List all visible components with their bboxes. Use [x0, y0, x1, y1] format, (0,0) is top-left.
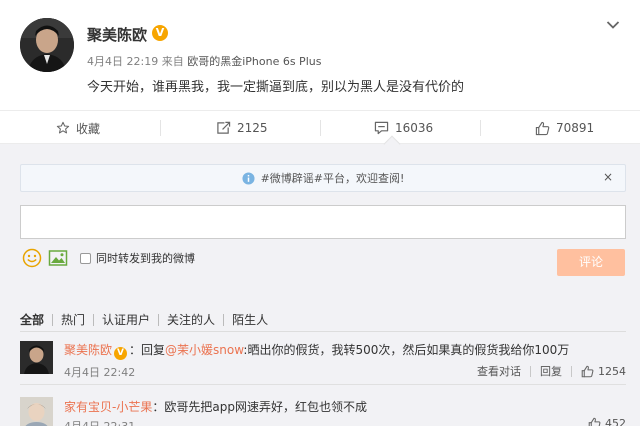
mention-link[interactable]: @茉小媛snow: [165, 343, 243, 357]
comment-button[interactable]: 16036: [374, 111, 433, 145]
comment-avatar[interactable]: [20, 341, 53, 374]
emoji-icon[interactable]: [22, 248, 42, 268]
thumbs-up-icon: [581, 365, 594, 377]
repost-button[interactable]: 2125: [216, 111, 268, 145]
notice-content: #微博辟谣#平台，欢迎查阅!: [21, 165, 625, 191]
comment-text-line: 家有宝贝-小芒果：欧哥先把app网速弄好，红包也领不成: [64, 398, 367, 415]
image-icon[interactable]: [48, 248, 68, 268]
tab-hot[interactable]: 热门: [53, 311, 93, 328]
divider: [20, 384, 626, 385]
like-button[interactable]: 70891: [535, 111, 594, 145]
notice-hashtag-link[interactable]: #微博辟谣#: [261, 172, 323, 185]
reply-prefix: 回复: [141, 343, 166, 357]
comment-like-count: 1254: [598, 364, 626, 378]
favorite-button[interactable]: 收藏: [56, 111, 100, 145]
rumor-notice-banner: #微博辟谣#平台，欢迎查阅! ×: [20, 164, 626, 192]
favorite-label: 收藏: [76, 121, 101, 136]
post-source[interactable]: 欧哥的黑金iPhone 6s Plus: [187, 55, 321, 68]
repost-icon: [217, 121, 231, 134]
comment-icon: [374, 121, 389, 135]
comment-text-line: 聚美陈欧 V ：回复@茉小媛snow:晒出你的假货，我转500次，然后如果真的假货我…: [64, 341, 569, 360]
close-icon[interactable]: ×: [601, 170, 615, 184]
divider: [320, 120, 321, 136]
post-action-bar: 收藏 2125 16036 70891: [0, 110, 640, 144]
notice-text: 平台，欢迎查阅!: [323, 172, 405, 185]
comment-like-count: 452: [605, 417, 626, 426]
comment-actions: 452: [579, 417, 626, 426]
divider: [160, 120, 161, 136]
comment-username[interactable]: 家有宝贝-小芒果: [64, 400, 152, 414]
thumbs-up-icon: [535, 121, 550, 135]
reply-button[interactable]: 回复: [531, 363, 571, 379]
thumbs-up-icon: [588, 417, 601, 426]
tab-verified-users[interactable]: 认证用户: [94, 311, 158, 328]
tab-strangers[interactable]: 陌生人: [224, 311, 276, 328]
repost-checkbox[interactable]: [80, 252, 91, 264]
post-source-prefix: 来自: [161, 55, 184, 68]
comment-body: 欧哥先把app网速弄好，红包也领不成: [164, 400, 367, 414]
also-repost-option[interactable]: 同时转发到我的微博: [80, 250, 195, 266]
comment-separator: ：: [152, 400, 165, 414]
view-conversation-link[interactable]: 查看对话: [468, 363, 530, 379]
author-avatar[interactable]: [20, 18, 74, 72]
star-icon: [56, 121, 70, 134]
post-timestamp[interactable]: 4月4日 22:19: [87, 55, 158, 68]
divider: [20, 331, 626, 332]
post-author-name[interactable]: 聚美陈欧: [87, 24, 147, 45]
comment-actions: 查看对话 回复 1254: [468, 363, 626, 379]
comment-input[interactable]: [20, 205, 626, 239]
info-icon: [242, 171, 255, 185]
comment-filter-tabs: 全部 热门 认证用户 关注的人 陌生人: [20, 311, 276, 328]
comment-like-button[interactable]: 452: [579, 417, 626, 426]
comment-separator: ：: [129, 343, 142, 357]
submit-comment-button[interactable]: 评论: [557, 249, 625, 276]
comment-time: 4月4日 22:31: [64, 418, 135, 426]
tab-following[interactable]: 关注的人: [159, 311, 223, 328]
like-count: 70891: [556, 121, 595, 135]
divider: [480, 120, 481, 136]
comment-like-button[interactable]: 1254: [572, 365, 626, 378]
repost-checkbox-label: 同时转发到我的微博: [96, 252, 195, 265]
comment-count: 16036: [395, 121, 434, 135]
comment-body: :晒出你的假货，我转500次，然后如果真的假货我给你100万: [243, 343, 570, 357]
comment-username[interactable]: 聚美陈欧: [64, 343, 112, 357]
tab-all[interactable]: 全部: [20, 311, 52, 328]
verified-icon: V: [152, 25, 168, 41]
comment-avatar[interactable]: [20, 397, 53, 426]
comment-time: 4月4日 22:42: [64, 366, 136, 379]
post-text: 今天开始，谁再黑我，我一定撕逼到底，别以为黑人是没有代价的: [87, 80, 465, 95]
chevron-down-icon[interactable]: [606, 19, 620, 29]
post-meta: 4月4日 22:19 来自 欧哥的黑金iPhone 6s Plus: [87, 53, 321, 69]
verified-icon: V: [114, 347, 128, 360]
repost-count: 2125: [237, 121, 268, 135]
